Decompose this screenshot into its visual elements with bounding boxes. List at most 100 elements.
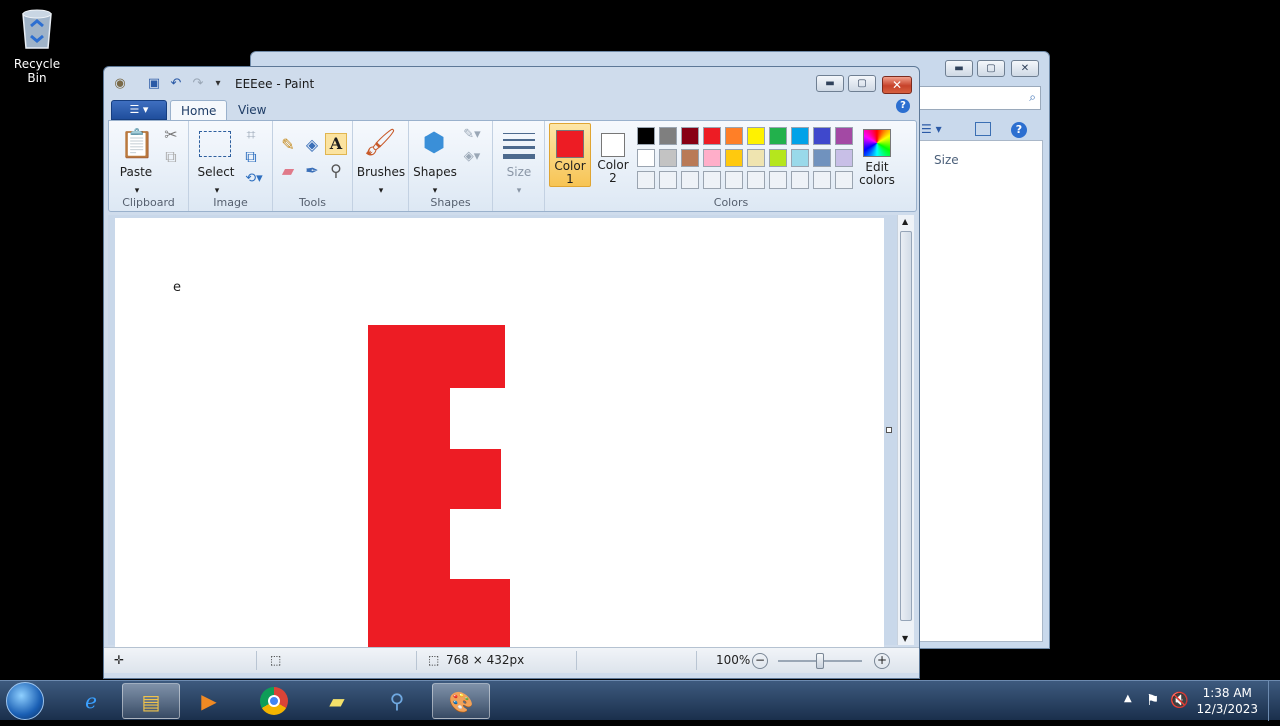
customize-qat-icon[interactable]: ▾ <box>210 76 226 92</box>
file-explorer-taskbar-icon[interactable]: ▤ <box>122 683 180 719</box>
palette-empty-slot[interactable] <box>813 171 831 189</box>
start-button[interactable] <box>6 682 44 720</box>
clock[interactable]: 1:38 AM 12/3/2023 <box>1196 685 1258 717</box>
show-desktop-button[interactable] <box>1268 681 1280 721</box>
paint-window[interactable]: ◉ ▣ ↶ ↷ ▾ EEEee - Paint ▬ ▢ ✕ ? ☰ ▾ Home… <box>103 66 920 679</box>
preview-pane-icon[interactable] <box>975 122 991 136</box>
undo-icon[interactable]: ↶ <box>168 76 184 92</box>
select-icon[interactable] <box>199 131 231 157</box>
fill-icon[interactable]: ◈ <box>301 135 323 155</box>
minimize-button[interactable]: ▬ <box>816 75 844 92</box>
scroll-up-icon[interactable]: ▲ <box>902 217 908 226</box>
palette-color-swatch[interactable] <box>813 149 831 167</box>
palette-color-swatch[interactable] <box>747 127 765 145</box>
palette-empty-slot[interactable] <box>703 171 721 189</box>
palette-color-swatch[interactable] <box>681 149 699 167</box>
palette-color-swatch[interactable] <box>835 127 853 145</box>
palette-color-swatch[interactable] <box>769 127 787 145</box>
size-dropdown-icon[interactable]: ▾ <box>509 181 529 201</box>
explorer-maximize-button[interactable]: ▢ <box>977 60 1005 77</box>
palette-color-swatch[interactable] <box>791 149 809 167</box>
explorer-search-input[interactable]: ⌕ <box>919 86 1041 110</box>
palette-color-swatch[interactable] <box>703 127 721 145</box>
palette-color-swatch[interactable] <box>681 127 699 145</box>
palette-color-swatch[interactable] <box>659 149 677 167</box>
crop-icon[interactable]: ⌗ <box>241 125 261 145</box>
size-button[interactable]: Size <box>493 165 545 179</box>
recycle-bin-shortcut[interactable]: Recycle Bin <box>4 6 70 85</box>
zoom-in-button[interactable]: + <box>874 653 890 669</box>
paste-icon[interactable]: 📋 <box>119 127 155 163</box>
rotate-icon[interactable]: ⟲▾ <box>241 169 267 189</box>
palette-empty-slot[interactable] <box>637 171 655 189</box>
palette-empty-slot[interactable] <box>681 171 699 189</box>
action-center-icon[interactable]: ⚑ <box>1146 691 1159 709</box>
palette-color-swatch[interactable] <box>725 127 743 145</box>
palette-empty-slot[interactable] <box>747 171 765 189</box>
palette-empty-slot[interactable] <box>835 171 853 189</box>
pencil-icon[interactable]: ✎ <box>277 135 299 155</box>
views-icon[interactable]: ☰ ▾ <box>921 122 942 136</box>
text-icon[interactable]: A <box>325 133 347 155</box>
canvas-resize-handle[interactable] <box>886 427 892 433</box>
select-button[interactable]: Select <box>195 165 237 179</box>
zoom-out-button[interactable]: − <box>752 653 768 669</box>
explorer-file-list[interactable]: Size <box>919 140 1043 642</box>
explorer-minimize-button[interactable]: ▬ <box>945 60 973 77</box>
copy-icon[interactable]: ⧉ <box>161 147 181 167</box>
redo-icon[interactable]: ↷ <box>190 76 206 92</box>
explorer-close-button[interactable]: ✕ <box>1011 60 1039 77</box>
size-column-header[interactable]: Size <box>934 153 959 167</box>
maximize-button[interactable]: ▢ <box>848 75 876 92</box>
close-button[interactable]: ✕ <box>882 76 912 94</box>
volume-muted-icon[interactable]: 🔇 <box>1170 691 1189 709</box>
network-app-taskbar-icon[interactable]: ⚲ <box>368 683 426 719</box>
color-picker-icon[interactable]: ✒ <box>301 161 323 181</box>
palette-color-swatch[interactable] <box>813 127 831 145</box>
palette-color-swatch[interactable] <box>659 127 677 145</box>
palette-empty-slot[interactable] <box>769 171 787 189</box>
brushes-button[interactable]: Brushes <box>353 165 409 179</box>
palette-color-swatch[interactable] <box>703 149 721 167</box>
eraser-icon[interactable]: ▰ <box>277 161 299 181</box>
vertical-scrollbar[interactable]: ▲ ▼ <box>897 215 914 645</box>
canvas-workspace[interactable]: e <box>108 215 903 650</box>
palette-color-swatch[interactable] <box>835 149 853 167</box>
edit-colors-button[interactable]: Edit colors <box>855 161 899 187</box>
brushes-dropdown-icon[interactable]: ▾ <box>371 181 391 201</box>
paint-menu-button[interactable]: ☰ ▾ <box>111 100 167 120</box>
fill-shape-icon[interactable]: ◈▾ <box>459 147 485 167</box>
magnifier-icon[interactable]: ⚲ <box>325 161 347 181</box>
palette-empty-slot[interactable] <box>725 171 743 189</box>
media-player-taskbar-icon[interactable]: ▶ <box>180 683 238 719</box>
palette-color-swatch[interactable] <box>769 149 787 167</box>
paint-taskbar-icon[interactable]: 🎨 <box>432 683 490 719</box>
palette-color-swatch[interactable] <box>637 149 655 167</box>
drawing-canvas[interactable]: e <box>115 218 884 650</box>
scrollbar-thumb[interactable] <box>900 231 912 621</box>
shapes-button[interactable]: Shapes <box>409 165 461 179</box>
color2-selector[interactable]: Color 2 <box>593 123 635 187</box>
edit-colors-icon[interactable] <box>863 129 891 157</box>
cut-icon[interactable]: ✂ <box>161 125 181 145</box>
palette-color-swatch[interactable] <box>747 149 765 167</box>
tab-home[interactable]: Home <box>170 100 228 121</box>
title-bar[interactable]: ◉ ▣ ↶ ↷ ▾ EEEee - Paint ▬ ▢ ✕ ? <box>104 67 919 113</box>
scroll-down-icon[interactable]: ▼ <box>902 634 908 643</box>
zoom-slider-thumb[interactable] <box>816 653 824 669</box>
help-icon[interactable]: ? <box>1011 122 1027 138</box>
paste-button[interactable]: Paste <box>115 165 157 179</box>
save-icon[interactable]: ▣ <box>146 76 162 92</box>
palette-color-swatch[interactable] <box>637 127 655 145</box>
internet-explorer-taskbar-icon[interactable]: ℯ <box>62 683 120 719</box>
show-hidden-icons-icon[interactable]: ▲ <box>1124 693 1132 704</box>
brush-icon[interactable]: 🖌 <box>363 127 397 161</box>
palette-color-swatch[interactable] <box>725 149 743 167</box>
shapes-icon[interactable]: ⬢ <box>417 127 451 161</box>
color1-selector[interactable]: Color 1 <box>549 123 591 187</box>
outline-icon[interactable]: ✎▾ <box>459 125 485 145</box>
palette-empty-slot[interactable] <box>659 171 677 189</box>
sticky-notes-taskbar-icon[interactable]: ▰ <box>308 683 366 719</box>
resize-icon[interactable]: ⧉ <box>241 147 261 167</box>
palette-color-swatch[interactable] <box>791 127 809 145</box>
